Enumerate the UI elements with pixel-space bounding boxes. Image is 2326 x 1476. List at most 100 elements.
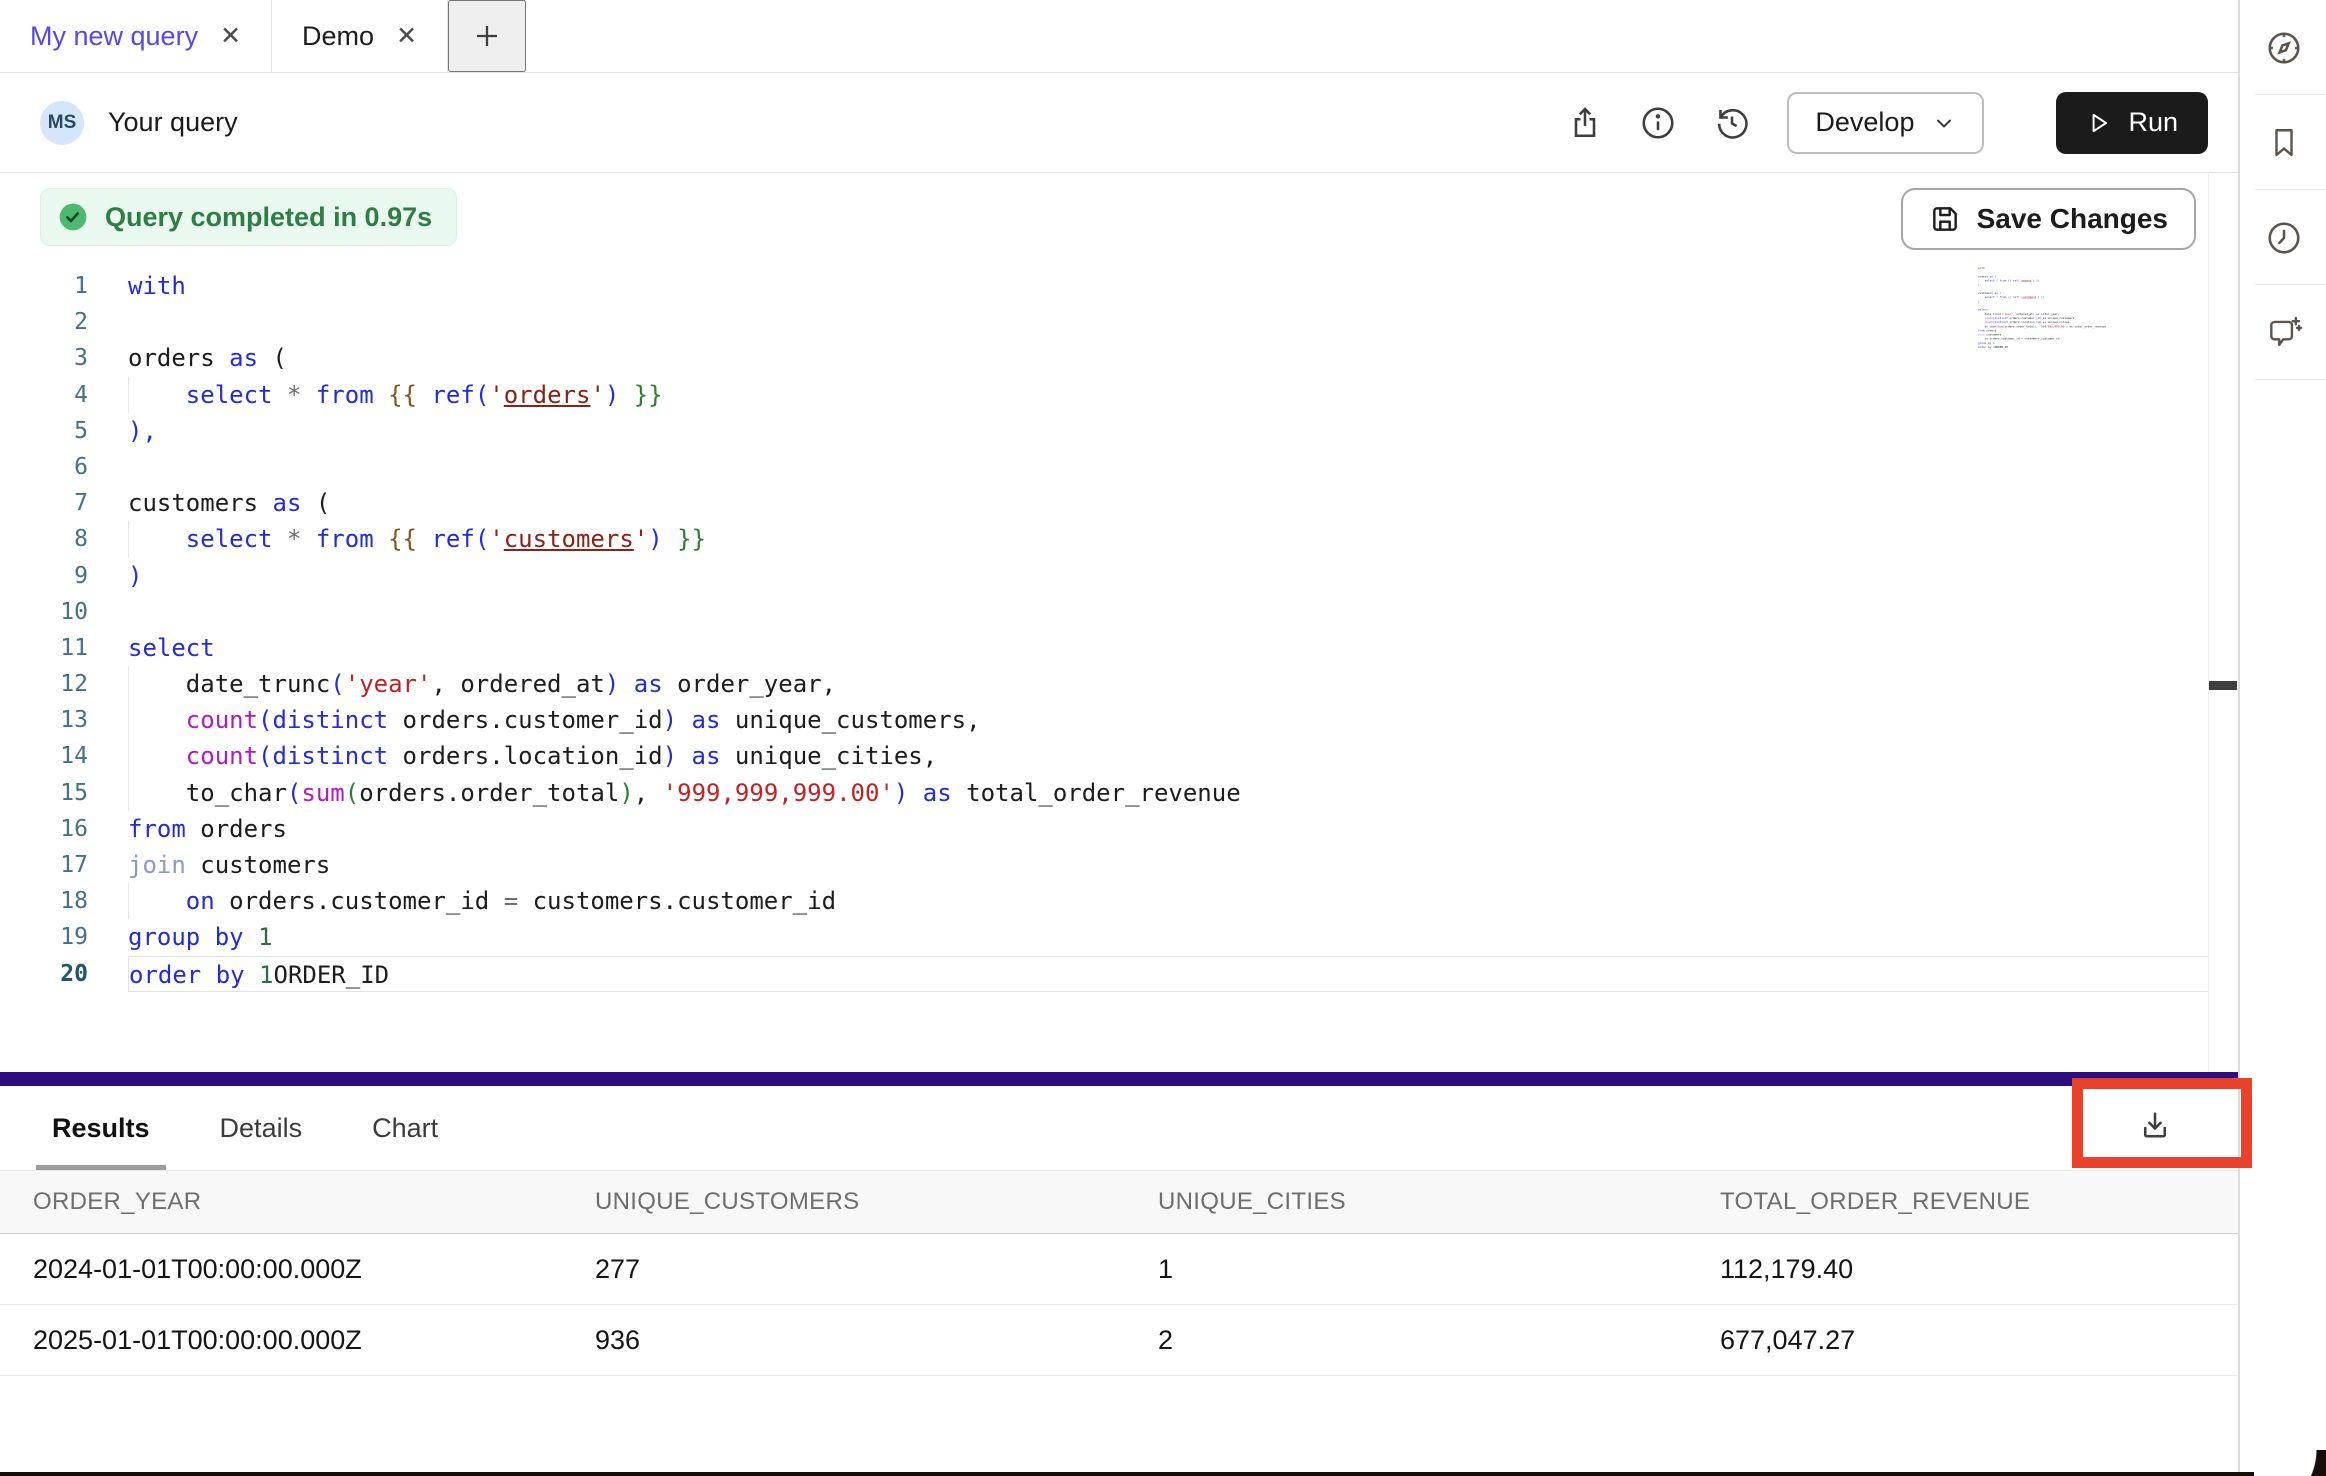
share-button[interactable] — [1567, 105, 1603, 141]
history-icon — [1713, 104, 1751, 142]
code-line-16: 16from orders — [0, 811, 2208, 847]
line-number: 11 — [0, 630, 88, 666]
line-number: 17 — [0, 847, 88, 883]
results-table-header: ORDER_YEARUNIQUE_CUSTOMERSUNIQUE_CITIEST… — [0, 1170, 2238, 1234]
line-number: 6 — [0, 449, 88, 485]
close-icon[interactable]: ✕ — [396, 24, 417, 49]
develop-label: Develop — [1815, 107, 1914, 138]
table-cell: 2024-01-01T00:00:00.000Z — [33, 1254, 595, 1285]
column-header: ORDER_YEAR — [33, 1188, 595, 1216]
add-tab-button[interactable] — [448, 0, 526, 72]
code-line-15: 15 to_char(sum(orders.order_total), '999… — [0, 775, 2208, 811]
history-button[interactable] — [1713, 104, 1751, 142]
line-number: 18 — [0, 883, 88, 919]
main-panel: My new query✕Demo✕ MS Your query Dev — [0, 0, 2240, 1476]
code-line-12: 12 date_trunc('year', ordered_at) as ord… — [0, 666, 2208, 702]
plus-icon — [472, 21, 502, 51]
ai-assistant-button[interactable] — [2242, 285, 2326, 380]
history-rail-button[interactable] — [2242, 190, 2326, 285]
window-bottom-edge — [0, 1472, 2326, 1476]
results-tab-details[interactable]: Details — [204, 1086, 319, 1170]
tab-label: Demo — [302, 21, 374, 52]
panel-splitter[interactable] — [0, 1072, 2238, 1086]
save-changes-button[interactable]: Save Changes — [1901, 188, 2196, 250]
code-line-9: 9) — [0, 558, 2208, 594]
play-icon — [2086, 110, 2112, 136]
line-number: 16 — [0, 811, 88, 847]
query-title: Your query — [108, 107, 238, 138]
code-line-20: 20order by 1ORDER_ID — [1978, 345, 2110, 349]
line-number: 3 — [0, 340, 88, 376]
code-line-20: 20order by 1ORDER_ID — [0, 956, 2208, 992]
close-icon[interactable]: ✕ — [220, 24, 241, 49]
bookmark-icon — [2266, 125, 2302, 161]
code-line-17: 17join customers — [0, 847, 2208, 883]
line-number: 8 — [0, 521, 88, 557]
line-number: 9 — [0, 558, 88, 594]
results-tab-chart[interactable]: Chart — [356, 1086, 454, 1170]
info-icon — [1639, 104, 1677, 142]
query-header: MS Your query Develop Run — [0, 73, 2238, 173]
chevron-down-icon — [1932, 111, 1956, 135]
compass-button[interactable] — [2242, 0, 2326, 95]
table-cell: 936 — [595, 1325, 1158, 1356]
results-tab-results[interactable]: Results — [36, 1086, 166, 1170]
run-label: Run — [2128, 107, 2178, 138]
line-number: 15 — [0, 775, 88, 811]
table-cell: 677,047.27 — [1720, 1325, 2238, 1356]
run-button[interactable]: Run — [2056, 92, 2208, 154]
minimap[interactable]: 1with23orders as (4 select * from {{ ref… — [1978, 266, 2110, 354]
save-changes-label: Save Changes — [1977, 203, 2168, 235]
line-number: 7 — [0, 485, 88, 521]
results-tab-bar: Results Details Chart — [0, 1086, 2238, 1170]
table-cell: 2025-01-01T00:00:00.000Z — [33, 1325, 595, 1356]
table-row-1: 2024-01-01T00:00:00.000Z2771112,179.40 — [0, 1234, 2238, 1305]
avatar: MS — [40, 101, 84, 145]
annotation-highlight — [2072, 1078, 2252, 1168]
code-line-4: 4 select * from {{ ref('orders') }} — [0, 377, 2208, 413]
code-line-1: 1with — [0, 268, 2208, 304]
table-cell: 112,179.40 — [1720, 1254, 2238, 1285]
query-tab-2[interactable]: Demo ✕ — [272, 0, 448, 72]
code-line-3: 3orders as ( — [0, 340, 2208, 376]
code-line-2: 2 — [0, 304, 2208, 340]
code-line-7: 7customers as ( — [0, 485, 2208, 521]
query-status-badge: Query completed in 0.97s — [40, 188, 457, 246]
tab-bar: My new query ✕ Demo ✕ — [0, 0, 2238, 73]
code-line-8: 8 select * from {{ ref('customers') }} — [0, 521, 2208, 557]
clock-icon — [2265, 219, 2303, 257]
line-number: 13 — [0, 702, 88, 738]
column-header: UNIQUE_CITIES — [1158, 1188, 1720, 1216]
editor-scroll-gutter — [2208, 174, 2209, 1072]
code-line-10: 10 — [0, 594, 2208, 630]
header-actions: Develop Run — [1567, 92, 2208, 154]
status-text: Query completed in 0.97s — [105, 202, 432, 233]
line-number: 20 — [0, 956, 88, 992]
bookmark-button[interactable] — [2242, 95, 2326, 190]
right-sidebar — [2242, 0, 2326, 1476]
query-tabs: My new query ✕ Demo ✕ — [0, 0, 448, 72]
tab-label: My new query — [30, 21, 198, 52]
line-number: 14 — [0, 738, 88, 774]
line-number: 1 — [0, 268, 88, 304]
table-row-2: 2025-01-01T00:00:00.000Z9362677,047.27 — [0, 1305, 2238, 1376]
ai-chat-icon — [2265, 314, 2303, 352]
code-editor[interactable]: 1with23orders as (4 select * from {{ ref… — [0, 268, 2208, 992]
editor-scrollbar-thumb[interactable] — [2209, 681, 2237, 690]
app-window: My new query✕Demo✕ MS Your query Dev — [0, 0, 2326, 1476]
code-line-18: 18 on orders.customer_id = customers.cus… — [0, 883, 2208, 919]
query-tab-1[interactable]: My new query ✕ — [0, 0, 272, 72]
table-cell: 277 — [595, 1254, 1158, 1285]
window-rounded-corner — [2254, 1450, 2326, 1476]
line-number: 5 — [0, 413, 88, 449]
develop-dropdown[interactable]: Develop — [1787, 92, 1984, 154]
save-icon — [1929, 203, 1961, 235]
column-header: TOTAL_ORDER_REVENUE — [1720, 1188, 2238, 1216]
column-header: UNIQUE_CUSTOMERS — [595, 1188, 1158, 1216]
status-row: Query completed in 0.97s Save Changes — [40, 188, 2196, 250]
line-number: 19 — [0, 919, 88, 955]
results-panel: Results Details Chart ORDER_YEARUNIQUE_CUS… — [0, 1086, 2238, 1476]
compass-icon — [2265, 29, 2303, 67]
code-line-5: 5), — [0, 413, 2208, 449]
info-button[interactable] — [1639, 104, 1677, 142]
